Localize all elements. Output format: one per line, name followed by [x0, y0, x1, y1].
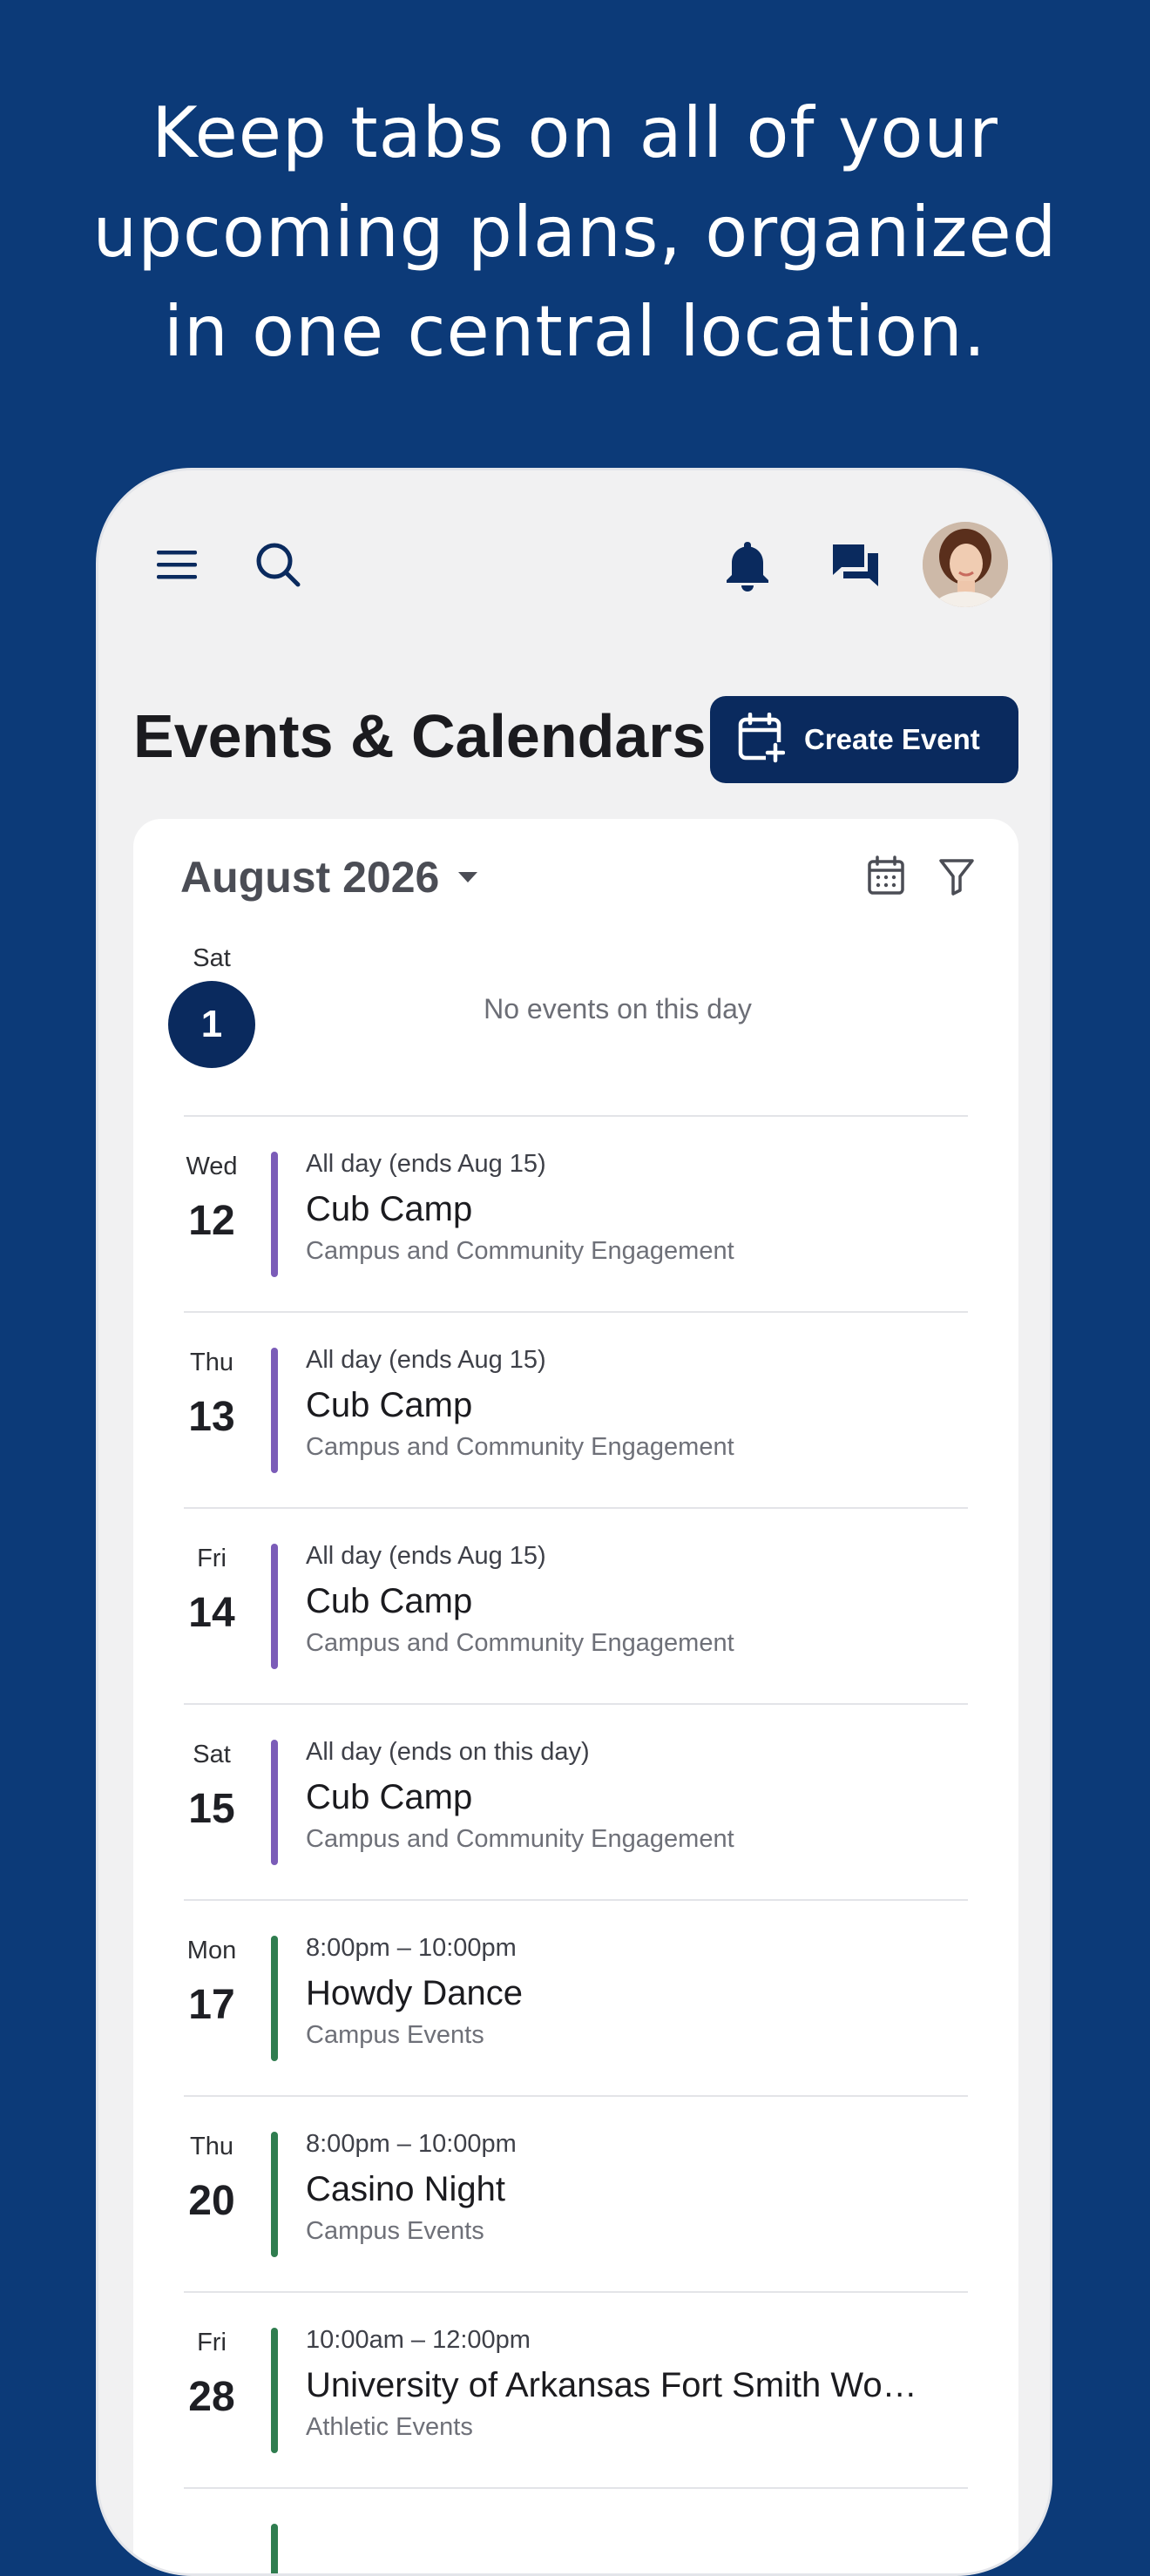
- event-calendar: Campus Events: [306, 2217, 484, 2245]
- avatar[interactable]: [923, 522, 1008, 607]
- event-row[interactable]: Mon 17 8:00pm – 10:00pm Howdy Dance Camp…: [133, 1899, 1018, 2095]
- calendar-color-bar: [271, 1152, 278, 1277]
- event-calendar: Athletic Events: [306, 2413, 473, 2441]
- event-title: University of Arkansas Fort Smith Wo…: [306, 2366, 917, 2404]
- selected-day[interactable]: Sat 1: [168, 941, 255, 1068]
- event-row[interactable]: Sat 15 All day (ends on this day) Cub Ca…: [133, 1703, 1018, 1899]
- event-time: 8:00pm – 10:00pm: [306, 1934, 517, 1962]
- no-events-text: No events on this day: [484, 993, 752, 1024]
- headline-line-2: upcoming plans, organized: [92, 192, 1058, 273]
- messages-icon[interactable]: [827, 537, 884, 594]
- event-row[interactable]: Thu 13 All day (ends Aug 15) Cub Camp Ca…: [133, 1311, 1018, 1507]
- event-time: All day (ends Aug 15): [306, 1542, 546, 1570]
- event-title: Casino Night: [306, 2170, 506, 2208]
- event-title: Cub Camp: [306, 1190, 473, 1228]
- event-day: 13: [188, 1394, 235, 1440]
- event-row[interactable]: Thu 20 8:00pm – 10:00pm Casino Night Cam…: [133, 2095, 1018, 2291]
- event-day: 28: [188, 2374, 235, 2420]
- event-time: All day (ends Aug 15): [306, 1150, 546, 1178]
- event-day: 15: [188, 1786, 235, 1832]
- month-selector[interactable]: August 2026: [180, 852, 478, 903]
- divider: [184, 2487, 968, 2489]
- event-dow: Thu: [190, 2133, 233, 2160]
- divider: [184, 1115, 968, 1117]
- event-time: All day (ends on this day): [306, 1738, 590, 1766]
- event-day: 14: [188, 1590, 235, 1636]
- chevron-down-icon: [458, 872, 478, 882]
- calendar-color-bar: [271, 2132, 278, 2257]
- event-time: 10:00am – 12:00pm: [306, 2326, 531, 2354]
- calendar-color-bar: [271, 2524, 278, 2573]
- event-day: 17: [188, 1982, 235, 2028]
- event-title: Howdy Dance: [306, 1974, 524, 2012]
- event-dow: Thu: [190, 1349, 233, 1376]
- event-title: Cub Camp: [306, 1778, 473, 1816]
- event-calendar: Campus and Community Engagement: [306, 1433, 734, 1461]
- calendar-color-bar: [271, 2328, 278, 2453]
- search-icon[interactable]: [252, 538, 304, 591]
- event-row[interactable]: Fri 14 All day (ends Aug 15) Cub Camp Ca…: [133, 1507, 1018, 1703]
- promo-headline: Keep tabs on all of your upcoming plans,…: [0, 84, 1150, 382]
- divider: [184, 1899, 968, 1901]
- event-time: All day (ends Aug 15): [306, 1346, 546, 1374]
- event-dow: Sat: [193, 1741, 231, 1768]
- divider: [184, 2291, 968, 2293]
- event-calendar: Campus and Community Engagement: [306, 1629, 734, 1657]
- event-dow: Mon: [186, 1937, 237, 1964]
- event-row-partial[interactable]: [133, 2487, 1018, 2573]
- bell-icon[interactable]: [719, 537, 776, 594]
- phone-frame: Events & Calendars Create Event August 2…: [96, 468, 1052, 2576]
- menu-icon[interactable]: [151, 538, 203, 591]
- event-time: 8:00pm – 10:00pm: [306, 2130, 517, 2158]
- event-day: 20: [188, 2178, 235, 2224]
- create-event-label: Create Event: [804, 723, 980, 755]
- event-list: Wed 12 All day (ends Aug 15) Cub Camp Ca…: [133, 1115, 1018, 2573]
- event-calendar: Campus Events: [306, 2021, 484, 2049]
- divider: [184, 2095, 968, 2097]
- divider: [184, 1703, 968, 1705]
- event-day: 12: [188, 1198, 235, 1244]
- calendar-color-bar: [271, 1936, 278, 2061]
- event-calendar: Campus and Community Engagement: [306, 1237, 734, 1265]
- event-dow: Wed: [186, 1153, 238, 1180]
- headline-line-3: in one central location.: [163, 291, 987, 372]
- event-dow: Fri: [197, 1545, 227, 1572]
- event-dow: Fri: [197, 2329, 227, 2356]
- selected-day-number: 1: [168, 981, 255, 1068]
- event-row[interactable]: Wed 12 All day (ends Aug 15) Cub Camp Ca…: [133, 1115, 1018, 1311]
- calendar-view-icon[interactable]: [867, 855, 905, 900]
- calendar-add-icon: [738, 712, 786, 767]
- divider: [184, 1507, 968, 1509]
- headline-line-1: Keep tabs on all of your: [152, 92, 998, 173]
- month-label: August 2026: [180, 853, 440, 902]
- create-event-button[interactable]: Create Event: [710, 696, 1018, 783]
- calendar-color-bar: [271, 1544, 278, 1669]
- event-calendar: Campus and Community Engagement: [306, 1825, 734, 1853]
- event-title: Cub Camp: [306, 1582, 473, 1620]
- selected-day-dow: Sat: [193, 944, 231, 972]
- divider: [184, 1311, 968, 1313]
- calendar-color-bar: [271, 1348, 278, 1473]
- events-card: August 2026 Sat 1 No events on this day …: [133, 819, 1018, 2573]
- event-row[interactable]: Fri 28 10:00am – 12:00pm University of A…: [133, 2291, 1018, 2487]
- page-title: Events & Calendars: [133, 702, 707, 770]
- filter-icon[interactable]: [938, 857, 975, 900]
- event-title: Cub Camp: [306, 1386, 473, 1424]
- calendar-color-bar: [271, 1740, 278, 1865]
